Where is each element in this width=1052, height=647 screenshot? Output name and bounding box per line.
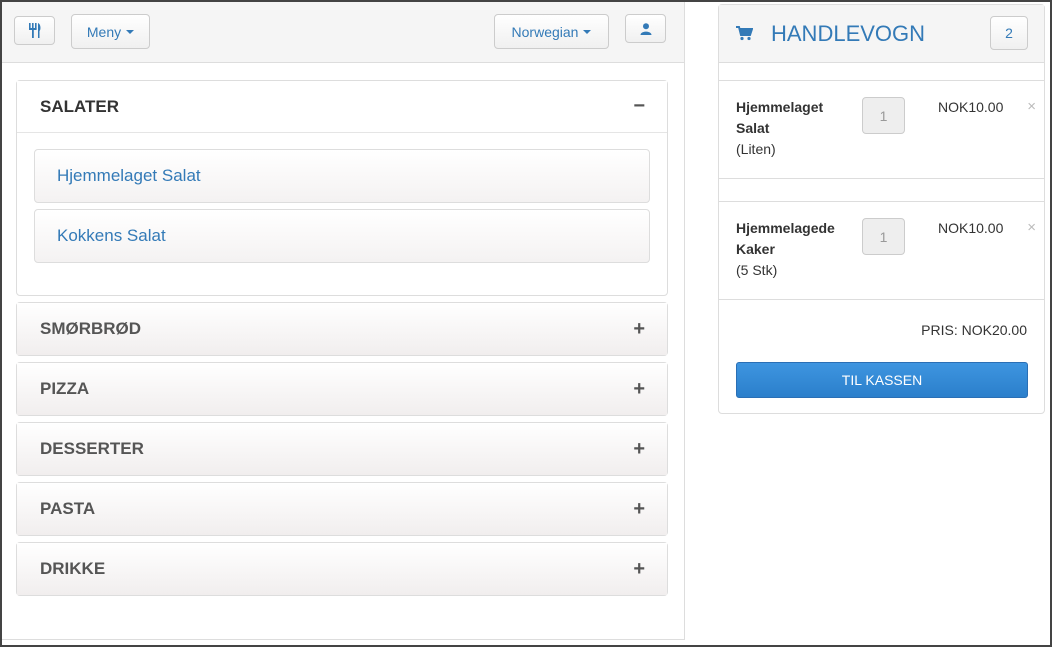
cart-item-variant: (5 Stk): [736, 262, 778, 278]
cart-item-variant: (Liten): [736, 141, 776, 157]
top-toolbar: Meny Norwegian: [2, 2, 684, 63]
remove-item-icon[interactable]: ×: [1027, 219, 1036, 236]
plus-icon: +: [633, 377, 645, 400]
menu-item-label: Kokkens Salat: [57, 226, 166, 245]
quantity-field[interactable]: 1: [862, 218, 905, 255]
category-panel-pasta: PASTA +: [16, 482, 668, 536]
language-dropdown-button[interactable]: Norwegian: [494, 14, 609, 49]
category-title: PASTA: [40, 499, 96, 518]
fork-knife-icon: [28, 23, 40, 38]
cart-item-name-line1: Hjemmelagede: [736, 220, 835, 236]
category-header-smorbrod[interactable]: SMØRBRØD +: [17, 303, 667, 355]
category-title: PIZZA: [40, 379, 90, 398]
minus-icon: −: [633, 95, 645, 117]
category-header-drikke[interactable]: DRIKKE +: [17, 543, 667, 595]
cart-item-name-line2: Kaker: [736, 241, 775, 257]
cart-total: PRIS: NOK20.00: [921, 322, 1027, 338]
category-title: SALATER: [40, 96, 120, 116]
cart-header: HANDLEVOGN 2: [719, 5, 1044, 63]
menu-item-label: Hjemmelaget Salat: [57, 166, 201, 185]
plus-icon: +: [633, 497, 645, 520]
plus-icon: +: [633, 317, 645, 340]
divider: [719, 299, 1044, 300]
restaurant-button[interactable]: [14, 16, 55, 45]
cart-title: HANDLEVOGN: [771, 20, 926, 46]
category-header-salater[interactable]: SALATER −: [17, 81, 667, 133]
cart-item-name-line2: Salat: [736, 120, 770, 136]
menu-pane: Meny Norwegian SALATER − Hjemmelaget Sal…: [2, 2, 685, 640]
category-panel-desserter: DESSERTER +: [16, 422, 668, 476]
user-icon: [640, 22, 651, 35]
cart-item-name-line1: Hjemmelaget: [736, 99, 824, 115]
quantity-field[interactable]: 1: [862, 97, 905, 134]
caret-down-icon: [126, 29, 135, 34]
remove-item-icon[interactable]: ×: [1027, 98, 1036, 115]
category-title: SMØRBRØD: [40, 319, 142, 338]
menu-item-hjemmelaget-salat[interactable]: Hjemmelaget Salat: [34, 149, 650, 203]
category-panel-salater: SALATER − Hjemmelaget Salat Kokkens Sala…: [16, 80, 668, 296]
plus-icon: +: [633, 437, 645, 460]
menu-dropdown-button[interactable]: Meny: [71, 14, 150, 49]
cart-item-price: NOK10.00: [938, 220, 1004, 236]
plus-icon: +: [633, 557, 645, 580]
category-title: DRIKKE: [40, 559, 106, 578]
shopping-cart-icon: [736, 26, 753, 41]
cart-count-badge[interactable]: 2: [990, 16, 1028, 50]
shopping-cart-panel: HANDLEVOGN 2 Hjemmelaget Salat (Liten) 1…: [718, 4, 1045, 414]
cart-item: Hjemmelaget Salat (Liten) 1 NOK10.00 ×: [719, 81, 1044, 178]
caret-down-icon: [583, 29, 592, 34]
category-header-desserter[interactable]: DESSERTER +: [17, 423, 667, 475]
checkout-button[interactable]: TIL KASSEN: [736, 362, 1028, 398]
cart-item-name: Hjemmelagede Kaker (5 Stk): [736, 218, 851, 281]
language-label: Norwegian: [511, 23, 579, 40]
cart-item-name: Hjemmelaget Salat (Liten): [736, 97, 851, 160]
menu-item-kokkens-salat[interactable]: Kokkens Salat: [34, 209, 650, 263]
cart-item-price: NOK10.00: [938, 99, 1004, 115]
menu-dropdown-label: Meny: [86, 23, 122, 40]
category-panel-pizza: PIZZA +: [16, 362, 668, 416]
cart-item: Hjemmelagede Kaker (5 Stk) 1 NOK10.00 ×: [719, 202, 1044, 299]
category-panel-drikke: DRIKKE +: [16, 542, 668, 596]
category-panel-smorbrod: SMØRBRØD +: [16, 302, 668, 356]
user-button[interactable]: [625, 14, 666, 43]
category-title: DESSERTER: [40, 439, 144, 458]
category-header-pasta[interactable]: PASTA +: [17, 483, 667, 535]
category-header-pizza[interactable]: PIZZA +: [17, 363, 667, 415]
menu-accordion: SALATER − Hjemmelaget Salat Kokkens Sala…: [16, 80, 668, 602]
category-items: Hjemmelaget Salat Kokkens Salat: [17, 133, 667, 295]
